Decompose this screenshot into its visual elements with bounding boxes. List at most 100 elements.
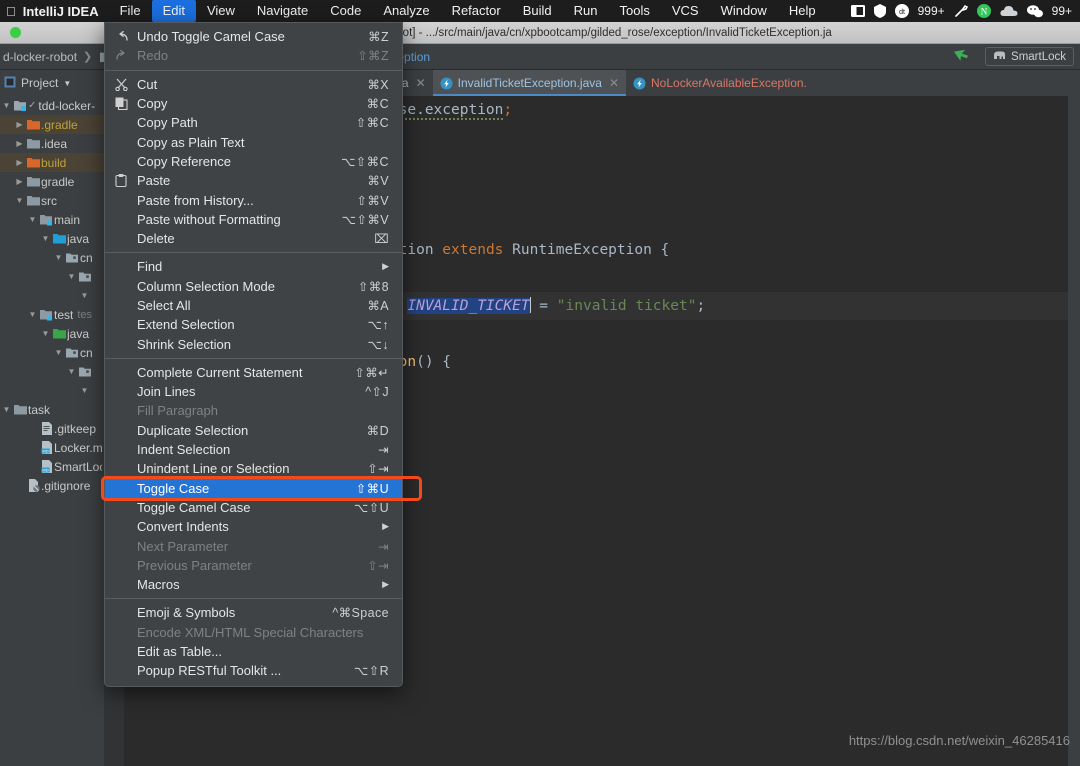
menu-item-undo-toggle-camel-case[interactable]: Undo Toggle Camel Case ⌘Z [105,27,402,46]
menu-item-copy-reference[interactable]: Copy Reference ⌥⇧⌘C [105,152,402,171]
menu-item-cut[interactable]: Cut ⌘X [105,75,402,94]
tree-item-smartlockerrobot.md[interactable]: MD SmartLockerRobot.md [0,457,104,476]
tree-item-.gitkeep[interactable]: .gitkeep [0,419,104,438]
menu-item-select-all[interactable]: Select All ⌘A [105,296,402,315]
chevron-right-icon[interactable]: ▶ [13,139,26,148]
chevron-down-icon[interactable]: ▼ [39,329,52,338]
menu-item-complete-current-statement[interactable]: Complete Current Statement ⇧⌘↵ [105,363,402,382]
tree-item-test[interactable]: ▼ test tes [0,305,104,324]
menu-item-label: Find [137,259,163,275]
menubar-item-analyze[interactable]: Analyze [372,0,440,22]
menu-item-paste-without-formatting[interactable]: Paste without Formatting ⌥⇧⌘V [105,210,402,229]
chevron-right-icon[interactable]: ▶ [13,158,26,167]
tree-item[interactable]: ▼ [0,362,104,381]
menu-item-toggle-case[interactable]: Toggle Case ⇧⌘U [105,478,402,498]
tree-item-.gitignore[interactable]: .gitignore [0,476,104,495]
tree-item-.idea[interactable]: ▶ .idea [0,134,104,153]
menubar-item-help[interactable]: Help [778,0,827,22]
tree-item-build[interactable]: ▶ build [0,153,104,172]
breadcrumb-project-label: d-locker-robot [3,49,78,64]
editor-tab-nolockeravailableexception[interactable]: NoLockerAvailableException. [626,70,814,96]
tree-item-.gradle[interactable]: ▶ .gradle [0,115,104,134]
menu-item-copy[interactable]: Copy ⌘C [105,94,402,113]
menubar-item-vcs[interactable]: VCS [661,0,710,22]
traffic-light-green[interactable] [10,27,21,38]
menu-item-copy-as-plain-text[interactable]: Copy as Plain Text [105,132,402,151]
tree-item-cn[interactable]: ▼ cn [0,248,104,267]
edit-dropdown-menu[interactable]: Undo Toggle Camel Case ⌘Z Redo ⇧⌘Z Cut ⌘X Copy… [101,22,422,687]
menu-item-join-lines[interactable]: Join Lines ^⇧J [105,382,402,401]
project-tool-header[interactable]: Project ▼ [0,70,104,96]
close-icon[interactable]: ✕ [607,76,619,90]
tool-icon[interactable] [954,4,968,18]
traffic-lights[interactable] [0,27,21,38]
wechat-icon[interactable] [1026,4,1043,18]
editor-tab-invalidticketexceptionjava[interactable]: InvalidTicketException.java ✕ [432,70,627,96]
tree-item-java[interactable]: ▼ java [0,324,104,343]
layout-icon[interactable] [850,5,865,17]
tree-item-gradle[interactable]: ▶ gradle [0,172,104,191]
menu-item-emoji-symbols[interactable]: Emoji & Symbols ^⌘Space [105,603,402,622]
menu-item-edit-as-table[interactable]: Edit as Table... [105,642,402,661]
chevron-down-icon[interactable]: ▼ [26,215,39,224]
tree-item-tddlocker[interactable]: ▼ ✓ tdd-locker- [0,96,104,115]
tree-item-java[interactable]: ▼ java [0,229,104,248]
run-configuration-chip[interactable]: SmartLock [985,47,1074,66]
menu-item-toggle-camel-case[interactable]: Toggle Camel Case ⌥⇧U [105,498,402,517]
menu-item-paste[interactable]: Paste ⌘V [105,171,402,190]
menu-item-find[interactable]: Find ▶ [105,257,402,276]
project-tree[interactable]: ▼ ✓ tdd-locker- ▶ .gradle ▶ .idea ▶ build ▶ gradle… [0,96,104,766]
chevron-right-icon[interactable]: ▶ [13,120,26,129]
chevron-down-icon[interactable]: ▼ [13,196,26,205]
menubar-item-run[interactable]: Run [563,0,609,22]
tree-item-locker.md[interactable]: MD Locker.md [0,438,104,457]
chevron-down-icon[interactable]: ▼ [39,234,52,243]
notion-icon[interactable]: N [976,4,991,18]
menu-item-delete[interactable]: Delete ⌧ [105,229,402,248]
menu-item-copy-path[interactable]: Copy Path ⇧⌘C [105,113,402,132]
dingtalk-icon[interactable]: dt [894,4,909,18]
chevron-down-icon[interactable]: ▼ [65,367,78,376]
menubar-item-build[interactable]: Build [512,0,563,22]
menubar-item-tools[interactable]: Tools [608,0,660,22]
menu-item-macros[interactable]: Macros ▶ [105,575,402,594]
menu-item-shrink-selection[interactable]: Shrink Selection ⌥↓ [105,334,402,353]
close-icon[interactable]: ✕ [414,76,426,90]
menu-item-popup-restful-toolkit[interactable]: Popup RESTful Toolkit ... ⌥⇧R [105,661,402,680]
shield-icon[interactable] [873,4,886,18]
chevron-down-icon[interactable]: ▼ [0,101,13,110]
chevron-down-icon[interactable]: ▼ [78,386,91,395]
chevron-right-icon[interactable]: ▶ [13,177,26,186]
chevron-down-icon[interactable]: ▼ [52,348,65,357]
tree-item-cn[interactable]: ▼ cn [0,343,104,362]
menubar-item-file[interactable]: File [109,0,152,22]
menu-item-unindent-line-or-selection[interactable]: Unindent Line or Selection ⇧⇥ [105,459,402,478]
menu-item-convert-indents[interactable]: Convert Indents ▶ [105,517,402,536]
menu-item-paste-from-history[interactable]: Paste from History... ⇧⌘V [105,190,402,209]
menubar-item-edit[interactable]: Edit [151,0,196,22]
tree-item[interactable]: ▼ [0,286,104,305]
chevron-down-icon[interactable]: ▼ [26,310,39,319]
menu-item-column-selection-mode[interactable]: Column Selection Mode ⇧⌘8 [105,277,402,296]
breadcrumb-project[interactable]: d-locker-robot ❯ [0,50,97,64]
chevron-down-icon[interactable]: ▼ [63,79,71,88]
chevron-down-icon[interactable]: ▼ [0,405,13,414]
chevron-down-icon[interactable]: ▼ [78,291,91,300]
menu-item-indent-selection[interactable]: Indent Selection ⇥ [105,440,402,459]
tree-item-main[interactable]: ▼ main [0,210,104,229]
menubar-item-window[interactable]: Window [710,0,778,22]
menu-item-duplicate-selection[interactable]: Duplicate Selection ⌘D [105,421,402,440]
menubar-item-code[interactable]: Code [319,0,372,22]
menubar-item-navigate[interactable]: Navigate [246,0,319,22]
tree-item-task[interactable]: ▼ task [0,400,104,419]
apple-icon[interactable]:  [0,4,23,19]
menubar-item-view[interactable]: View [196,0,246,22]
menubar-item-refactor[interactable]: Refactor [441,0,512,22]
tree-item[interactable]: ▼ [0,381,104,400]
chevron-down-icon[interactable]: ▼ [65,272,78,281]
tree-item-src[interactable]: ▼ src [0,191,104,210]
chevron-down-icon[interactable]: ▼ [52,253,65,262]
tree-item[interactable]: ▼ [0,267,104,286]
menu-item-extend-selection[interactable]: Extend Selection ⌥↑ [105,315,402,334]
cloud-icon[interactable] [1000,5,1018,17]
